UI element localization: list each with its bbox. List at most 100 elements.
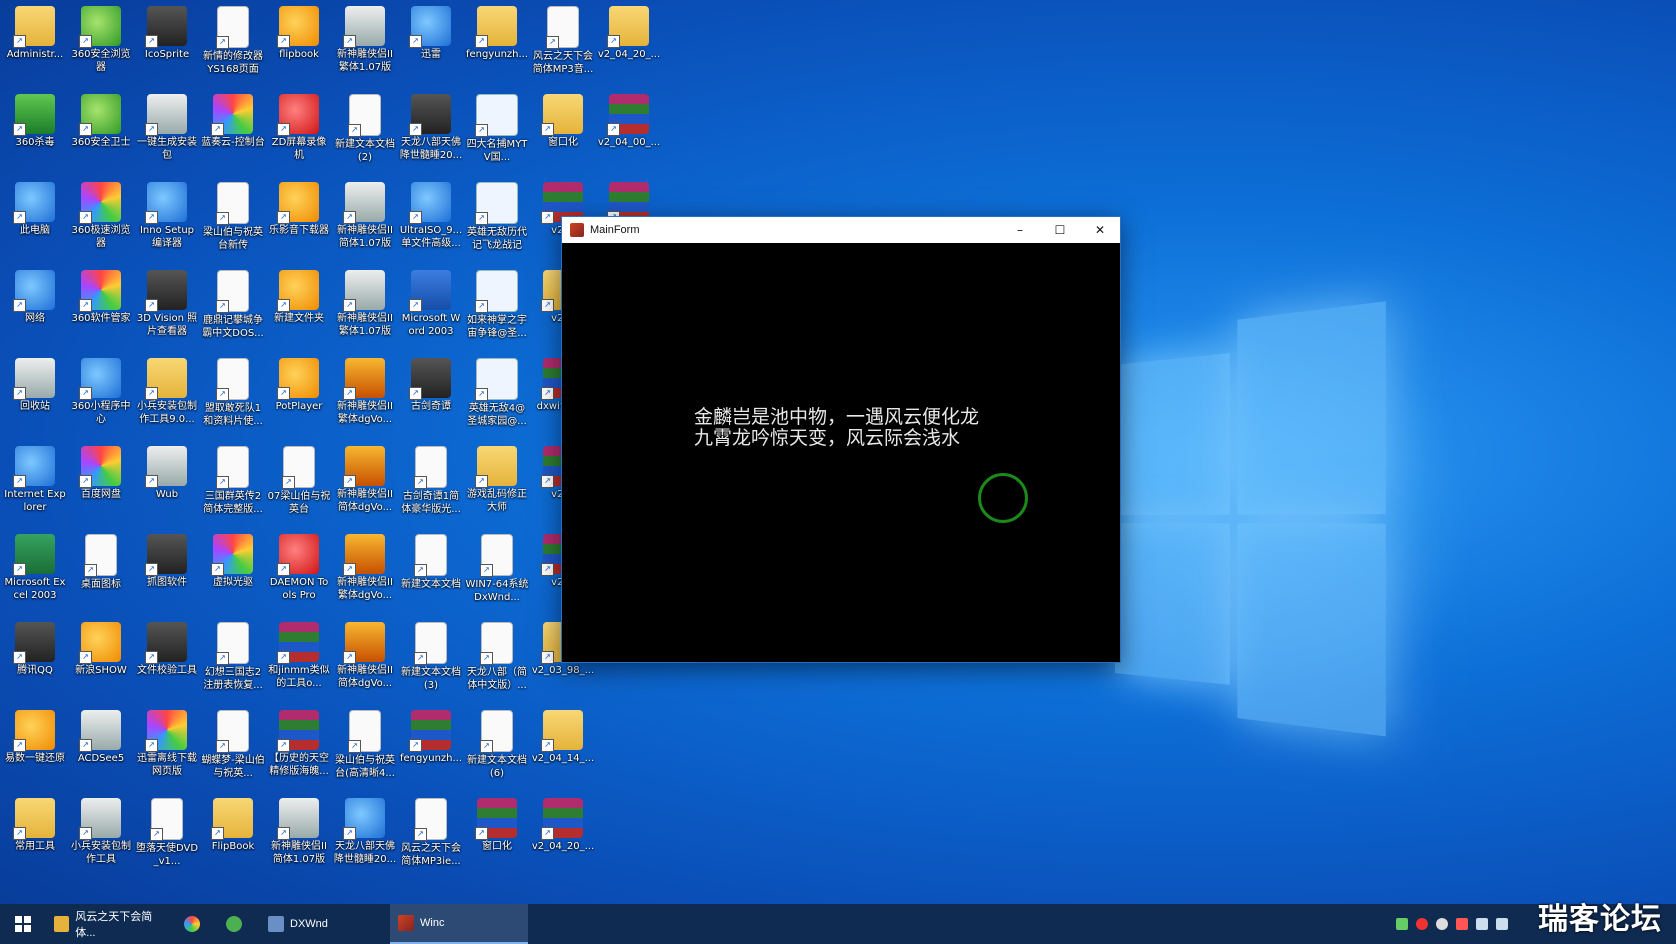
start-button[interactable] (0, 904, 46, 944)
desktop-icon[interactable]: ↗ 新情的修改器YS168页面 (200, 2, 266, 86)
desktop-icon[interactable]: ↗ PotPlayer (266, 354, 332, 438)
desktop-icon[interactable]: ↗ Microsoft Excel 2003 (2, 530, 68, 614)
desktop-icon[interactable]: ↗ 易数一键还原 (2, 706, 68, 790)
desktop-icon[interactable]: ↗ 新神雕侠侣II繁体1.07版 (332, 2, 398, 86)
desktop-icon[interactable]: ↗ 回收站 (2, 354, 68, 438)
desktop-icon[interactable]: ↗ 古剑奇谭 (398, 354, 464, 438)
desktop-icon[interactable]: ↗ 英雄无敌4@圣城家园@... (464, 354, 530, 438)
desktop-icon[interactable]: ↗ 文件校验工具 (134, 618, 200, 702)
desktop-icon[interactable]: ↗ Wub (134, 442, 200, 526)
desktop-icon[interactable]: ↗ fengyunzh... (398, 706, 464, 790)
desktop-icon[interactable]: ↗ 3D Vision 照片查看器 (134, 266, 200, 350)
desktop-icon[interactable]: ↗ DAEMON Tools Pro (266, 530, 332, 614)
desktop-icon[interactable]: ↗ 360极速浏览器 (68, 178, 134, 262)
desktop-icon[interactable]: ↗ 新神雕侠侣II简体1.07版 (266, 794, 332, 878)
tray-app-icon[interactable] (1396, 918, 1408, 930)
desktop-icon[interactable]: ↗ 360软件管家 (68, 266, 134, 350)
desktop-icon[interactable]: ↗ 腾讯QQ (2, 618, 68, 702)
desktop-icon[interactable]: ↗ fengyunzh... (464, 2, 530, 86)
desktop-icon[interactable]: ↗ WIN7-64系统DxWnd... (464, 530, 530, 614)
desktop-icon[interactable]: ↗ 07梁山伯与祝英台 (266, 442, 332, 526)
desktop-icon[interactable]: ↗ 迅雷离线下载网页版 (134, 706, 200, 790)
desktop-icon[interactable]: ↗ 【历史的天空精修版海魄... (266, 706, 332, 790)
desktop-icon[interactable]: ↗ v2_04_00_... (596, 90, 662, 174)
maximize-button[interactable]: ☐ (1040, 217, 1080, 243)
desktop-icon[interactable]: ↗ 360安全浏览器 (68, 2, 134, 86)
desktop-icon[interactable]: ↗ 盟取敢死队1和资料片使... (200, 354, 266, 438)
desktop-icon[interactable]: ↗ 新神雕侠侣II简体1.07版 (332, 178, 398, 262)
desktop-icon[interactable]: ↗ 梁山伯与祝英台新传 (200, 178, 266, 262)
desktop-icon[interactable]: ↗ 新建文本文档(2) (332, 90, 398, 174)
desktop-icon[interactable]: ↗ 风云之天下会简体MP3音... (530, 2, 596, 86)
desktop-icon[interactable]: ↗ 窗口化 (530, 90, 596, 174)
desktop-icon[interactable]: ↗ 抓图软件 (134, 530, 200, 614)
desktop-icon[interactable]: ↗ 如来神掌之宇宙争锋@圣... (464, 266, 530, 350)
volume-icon[interactable] (1496, 918, 1508, 930)
desktop-icon[interactable]: ↗ Microsoft Word 2003 (398, 266, 464, 350)
window-titlebar[interactable]: MainForm – ☐ ✕ (562, 217, 1120, 243)
desktop-icon[interactable]: ↗ 三国群英传2简体完整版... (200, 442, 266, 526)
desktop-icon[interactable]: ↗ 新神雕侠侣II繁体dgVo... (332, 530, 398, 614)
desktop-icon[interactable]: ↗ 古剑奇谭1简体豪华版光... (398, 442, 464, 526)
taskbar-item-winc[interactable]: Winc (390, 904, 528, 944)
desktop-icon[interactable]: ↗ ZD屏幕录像机 (266, 90, 332, 174)
desktop-icon[interactable]: ↗ 蓝奏云-控制台 (200, 90, 266, 174)
network-icon[interactable] (1476, 918, 1488, 930)
taskbar-item-browser[interactable] (176, 904, 218, 944)
desktop-icon[interactable]: ↗ Administr... (2, 2, 68, 86)
desktop-icon[interactable]: ↗ 窗口化 (464, 794, 530, 878)
close-button[interactable]: ✕ (1080, 217, 1120, 243)
desktop-icon[interactable]: ↗ 新神雕侠侣II繁体dgVo... (332, 354, 398, 438)
desktop-icon[interactable]: ↗ 幻想三国志2注册表恢复... (200, 618, 266, 702)
mainform-window[interactable]: MainForm – ☐ ✕ 金麟岂是池中物，一遇风云便化龙 九霄龙吟惊天变，风… (561, 216, 1121, 663)
desktop-icon[interactable]: ↗ 一键生成安装包 (134, 90, 200, 174)
desktop-icon[interactable]: ↗ Inno Setup编译器 (134, 178, 200, 262)
desktop-icon[interactable]: ↗ 360小程序中心 (68, 354, 134, 438)
desktop-icon[interactable]: ↗ IcoSprite (134, 2, 200, 86)
desktop-icon[interactable]: ↗ 和jinmm类似的工具o... (266, 618, 332, 702)
taskbar-item-360[interactable] (218, 904, 260, 944)
desktop-icon[interactable]: ↗ 360安全卫士 (68, 90, 134, 174)
desktop-icon[interactable]: ↗ FlipBook (200, 794, 266, 878)
tray-power-icon[interactable] (1416, 918, 1428, 930)
desktop-icon[interactable]: ↗ 乐影音下载器 (266, 178, 332, 262)
desktop-icon[interactable]: ↗ 小兵安装包制作工具9.0... (134, 354, 200, 438)
desktop-icon[interactable]: ↗ v2_04_20_... (530, 794, 596, 878)
desktop-icon[interactable]: ↗ 新神雕侠侣II繁体1.07版 (332, 266, 398, 350)
desktop-icon[interactable]: ↗ 天龙八部（简体中文版）... (464, 618, 530, 702)
desktop-icon[interactable]: ↗ 鹿鼎记攀城争霸中文DOS... (200, 266, 266, 350)
desktop-icon[interactable]: ↗ 百度网盘 (68, 442, 134, 526)
desktop-icon[interactable]: ↗ 新神雕侠侣II简体dgVo... (332, 618, 398, 702)
desktop-icon[interactable]: ↗ 新建文本文档(6) (464, 706, 530, 790)
desktop-icon[interactable]: ↗ 此电脑 (2, 178, 68, 262)
desktop-icon[interactable]: ↗ ACDSee5 (68, 706, 134, 790)
taskbar-item-folder[interactable]: 风云之天下会简体... (46, 904, 176, 944)
desktop-icon[interactable]: ↗ 新建文本文档(3) (398, 618, 464, 702)
desktop-icon[interactable]: ↗ Internet Explorer (2, 442, 68, 526)
tray-record-icon[interactable] (1436, 918, 1448, 930)
tray-flag-icon[interactable] (1456, 918, 1468, 930)
desktop-icon[interactable]: ↗ 新神雕侠侣II简体dgVo... (332, 442, 398, 526)
desktop-icon[interactable]: ↗ 英雄无敌历代记飞龙战记 (464, 178, 530, 262)
desktop-icon[interactable]: ↗ 常用工具 (2, 794, 68, 878)
window-content[interactable]: 金麟岂是池中物，一遇风云便化龙 九霄龙吟惊天变，风云际会浅水 (562, 243, 1120, 662)
desktop-icon[interactable]: ↗ v2_04_20_... (596, 2, 662, 86)
desktop-icon[interactable]: ↗ 迅雷 (398, 2, 464, 86)
desktop-icon[interactable]: ↗ 梁山伯与祝英台(高清晰4... (332, 706, 398, 790)
desktop-icon[interactable]: ↗ 新建文件夹 (266, 266, 332, 350)
desktop-icon[interactable]: ↗ 天龙八部天佛降世髓睡20... (398, 90, 464, 174)
taskbar-item-dxwnd[interactable]: DXWnd (260, 904, 390, 944)
minimize-button[interactable]: – (1000, 217, 1040, 243)
desktop-icon[interactable]: ↗ 堕落天使DVD_v1... (134, 794, 200, 878)
desktop-icon[interactable]: ↗ 天龙八部天佛降世髓睡20... (332, 794, 398, 878)
desktop-icon[interactable]: ↗ 网络 (2, 266, 68, 350)
desktop-icon[interactable]: ↗ 风云之天下会简体MP3ie... (398, 794, 464, 878)
desktop-icon[interactable]: ↗ 小兵安装包制作工具 (68, 794, 134, 878)
desktop-icon[interactable]: ↗ 蝴蝶梦-梁山伯与祝英... (200, 706, 266, 790)
desktop-icon[interactable]: ↗ 桌面图标 (68, 530, 134, 614)
desktop-icon[interactable]: ↗ 新浪SHOW (68, 618, 134, 702)
desktop-icon[interactable]: ↗ flipbook (266, 2, 332, 86)
desktop-icon[interactable]: ↗ 四大名捕MYTV国... (464, 90, 530, 174)
desktop-icon[interactable]: ↗ UltraISO_9...单文件高级... (398, 178, 464, 262)
desktop-icon[interactable]: ↗ 虚拟光驱 (200, 530, 266, 614)
